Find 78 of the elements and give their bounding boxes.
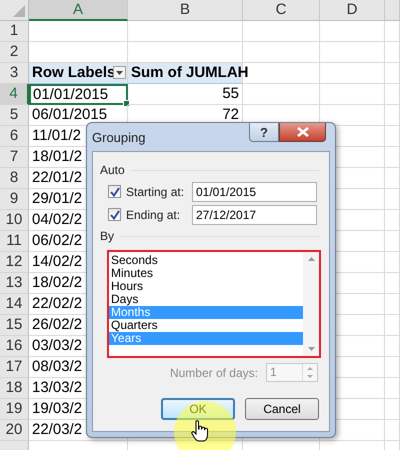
row-header[interactable]: 7 [0, 147, 29, 168]
table-cell [385, 294, 400, 315]
column-header[interactable]: A [29, 0, 128, 21]
row-header[interactable]: 1 [0, 21, 29, 42]
table-cell [385, 63, 400, 84]
row-header[interactable]: 8 [0, 168, 29, 189]
dropdown-arrow-icon [116, 70, 123, 74]
cancel-button[interactable]: Cancel [245, 398, 319, 420]
column-header[interactable]: D [320, 0, 385, 21]
table-cell: 01/01/2015 [29, 84, 128, 105]
row-header[interactable]: 9 [0, 189, 29, 210]
table-cell [385, 168, 400, 189]
checkbox-label: Starting at: [126, 184, 186, 198]
scrollbar[interactable] [303, 252, 319, 356]
pivot-header-label: Row Labels [32, 63, 116, 83]
down-arrow-icon [307, 375, 313, 378]
table-cell [320, 21, 385, 42]
table-cell [385, 147, 400, 168]
row-header[interactable]: 15 [0, 315, 29, 336]
table-cell [320, 63, 385, 84]
table-cell [320, 84, 385, 105]
field-label: Number of days: [170, 366, 258, 380]
scroll-up-icon [308, 257, 314, 261]
checkmark-icon [110, 210, 120, 220]
table-cell [385, 252, 400, 273]
row-header[interactable]: 5 [0, 105, 29, 126]
row-header[interactable]: 17 [0, 357, 29, 378]
filter-dropdown-button[interactable] [113, 66, 126, 79]
column-header[interactable] [385, 0, 400, 21]
table-cell [385, 399, 400, 420]
table-cell [385, 42, 400, 63]
pivot-header-label: Sum of JUMLAH [131, 63, 248, 83]
checkbox-label: Ending at: [126, 208, 182, 222]
select-all-corner[interactable] [0, 0, 29, 21]
group-label: By [100, 229, 114, 243]
column-header[interactable]: C [243, 0, 320, 21]
table-cell [385, 231, 400, 252]
help-button[interactable]: ? [249, 123, 279, 142]
table-cell [385, 84, 400, 105]
close-icon [296, 127, 308, 137]
checkbox[interactable] [108, 185, 121, 198]
row-header[interactable]: 13 [0, 273, 29, 294]
table-cell [385, 189, 400, 210]
scroll-down-icon [308, 347, 314, 351]
row-header[interactable]: 16 [0, 336, 29, 357]
column-header[interactable]: B [128, 0, 243, 21]
table-cell [385, 273, 400, 294]
table-cell [385, 105, 400, 126]
table-cell [385, 378, 400, 399]
row-header[interactable]: 12 [0, 252, 29, 273]
table-cell [385, 210, 400, 231]
row-header[interactable]: 2 [0, 42, 29, 63]
checkbox[interactable] [108, 208, 121, 221]
table-cell [385, 357, 400, 378]
row-header[interactable]: 4 [0, 84, 29, 105]
up-arrow-icon [307, 366, 313, 370]
table-cell [385, 336, 400, 357]
row-header[interactable]: 10 [0, 210, 29, 231]
row-header[interactable]: 19 [0, 399, 29, 420]
table-cell [385, 21, 400, 42]
table-cell [385, 420, 400, 441]
table-cell [385, 126, 400, 147]
row-header[interactable]: 11 [0, 231, 29, 252]
table-cell [320, 42, 385, 63]
table-cell: 55 [128, 84, 243, 105]
input-field[interactable]: 01/01/2015 [192, 182, 317, 202]
checkmark-icon [110, 186, 120, 196]
row-header[interactable]: 18 [0, 378, 29, 399]
row-header[interactable]: 3 [0, 63, 29, 84]
table-cell [385, 315, 400, 336]
input-field[interactable]: 27/12/2017 [192, 204, 317, 224]
close-button[interactable] [279, 123, 326, 142]
row-header[interactable]: 6 [0, 126, 29, 147]
triangle-icon [13, 5, 25, 17]
row-header[interactable]: 14 [0, 294, 29, 315]
row-header[interactable]: 20 [0, 420, 29, 441]
list-box[interactable]: Seconds Minutes Hours Days Months Quarters Years [107, 250, 321, 358]
hand-cursor-icon [191, 420, 209, 442]
